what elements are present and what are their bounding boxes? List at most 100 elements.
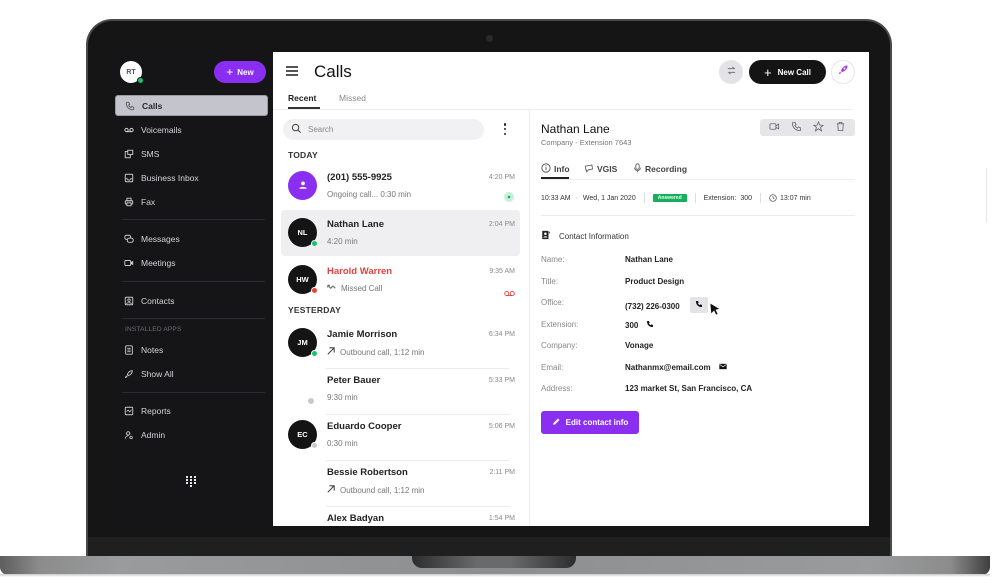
sidebar-item-fax[interactable]: Fax	[115, 191, 268, 212]
nav-divider	[122, 281, 265, 282]
call-time: 5:33 PM	[488, 377, 515, 384]
field-label: Office:	[541, 298, 564, 307]
sidebar-item-business-inbox[interactable]: Business Inbox	[115, 167, 268, 188]
mail-icon[interactable]	[718, 363, 727, 372]
new-call-button[interactable]: + New Call	[749, 60, 826, 84]
phone-icon	[125, 101, 135, 111]
field-value: Nathan Lane	[625, 255, 673, 264]
phone-icon[interactable]	[791, 119, 802, 137]
sidebar-item-reports[interactable]: Reports	[115, 400, 268, 421]
call-row-selected[interactable]: NL Nathan Lane 4:20 min 2:04 PM	[281, 210, 520, 256]
phone-icon[interactable]	[646, 320, 654, 330]
sidebar-item-meetings[interactable]: Meetings	[115, 252, 268, 273]
page-title: Calls	[314, 62, 352, 81]
field-value-text: Vonage	[625, 341, 654, 350]
caller-name: Alex Badyan	[327, 513, 385, 524]
divider-line	[986, 168, 987, 222]
sidebar-item-messages[interactable]: Messages	[115, 228, 268, 249]
sidebar-item-show-all[interactable]: Show All	[115, 363, 268, 384]
field-email: Email: Nathanmx@email.com	[541, 363, 855, 375]
sidebar-item-voicemails[interactable]: Voicemails	[115, 119, 268, 140]
dialpad-icon[interactable]	[186, 476, 196, 490]
call-subtitle-text: Outbound call, 1:12 min	[340, 347, 425, 357]
contact-actions-toolbar	[760, 119, 855, 136]
sidebar-item-notes[interactable]: Notes	[115, 339, 268, 360]
avatar-initials: HW	[296, 275, 309, 284]
call-date: Wed, 1 Jan 2020	[582, 194, 636, 202]
search-icon	[291, 121, 302, 139]
call-row[interactable]: Peter Bauer 9:30 min 5:33 PM	[281, 366, 520, 412]
new-button[interactable]: + New	[214, 61, 266, 83]
transfer-icon	[726, 63, 737, 81]
call-duration: 13:07 min	[780, 194, 811, 202]
clock-icon	[769, 194, 777, 202]
main-panel: Calls + New Call Recent Missed Search TO…	[273, 52, 869, 526]
field-value: 300	[625, 320, 654, 330]
trash-icon[interactable]	[835, 119, 846, 137]
star-icon[interactable]	[812, 119, 825, 137]
laptop-mockup: RT + New Calls Voicemails SMS Business I…	[0, 0, 1000, 583]
call-row[interactable]: (201) 555-9925 Ongoing call... 0:30 min …	[281, 163, 520, 209]
menu-icon[interactable]	[286, 66, 298, 76]
printer-icon	[124, 197, 134, 207]
sidebar-item-label: Fax	[141, 196, 156, 207]
call-row[interactable]: JM Jamie Morrison Outbound call, 1:12 mi…	[281, 320, 520, 366]
call-row[interactable]: EC Eduardo Cooper 0:30 min 5:06 PM	[281, 412, 520, 458]
rocket-icon	[837, 63, 849, 81]
search-field[interactable]	[283, 119, 484, 140]
caller-name: Harold Warren	[327, 266, 393, 277]
edit-contact-button[interactable]: Edit contact info	[541, 411, 639, 434]
sidebar-item-label: Admin	[141, 429, 166, 440]
nav-divider	[122, 318, 265, 319]
sidebar-item-label: Business Inbox	[141, 172, 199, 183]
field-office: Office: (732) 226-0300	[541, 297, 855, 313]
transfer-button[interactable]	[719, 60, 743, 84]
call-time: 5:06 PM	[488, 423, 515, 430]
contact-book-icon	[541, 230, 551, 242]
laptop-chin	[88, 537, 890, 557]
active-tab-indicator	[288, 107, 320, 109]
rocket-button[interactable]	[831, 60, 855, 84]
new-button-label: New	[237, 67, 254, 77]
sidebar-item-calls[interactable]: Calls	[115, 95, 268, 116]
field-value-text: 123 market St, San Francisco, CA	[625, 384, 753, 393]
tab-recording[interactable]: Recording	[633, 163, 687, 175]
meta-bullet: ·	[575, 194, 578, 202]
sidebar-item-admin[interactable]: Admin	[115, 424, 268, 445]
outbound-arrow-icon	[327, 485, 335, 495]
tab-info[interactable]: Info	[541, 163, 570, 175]
contact-info-title: Contact Information	[559, 231, 629, 241]
phone-icon	[695, 300, 703, 310]
tab-label: Recording	[645, 164, 688, 174]
edit-contact-label: Edit contact info	[565, 418, 629, 427]
video-call-icon[interactable]	[769, 119, 780, 137]
field-value: Vonage	[625, 341, 653, 350]
call-subtitle-text: Ongoing call... 0:30 min	[327, 190, 412, 199]
tab-recent[interactable]: Recent	[288, 93, 316, 103]
call-row[interactable]: HW Harold Warren Missed Call 9:35 AM	[281, 257, 520, 303]
call-row[interactable]: Alex Badyan 1:54 PM	[281, 504, 520, 526]
more-options-icon[interactable]	[501, 123, 509, 135]
chat-bubbles-icon	[124, 234, 134, 244]
outbound-arrow-icon	[327, 347, 335, 357]
installed-apps-heading: INSTALLED APPS	[125, 326, 182, 333]
sidebar-item-label: SMS	[141, 148, 160, 159]
call-office-button[interactable]	[689, 297, 708, 313]
call-subtitle-text: Missed Call	[341, 284, 383, 293]
tab-vgis[interactable]: VGIS	[584, 163, 617, 175]
section-divider	[541, 215, 855, 216]
contact-detail-panel: Nathan Lane Company - Extension 7643 Inf…	[530, 110, 869, 526]
sidebar-item-label: Show All	[141, 368, 174, 379]
sidebar-item-contacts[interactable]: Contacts	[115, 290, 268, 311]
extension-value: 300	[740, 194, 753, 202]
sidebar-item-sms[interactable]: SMS	[115, 143, 268, 164]
tab-missed[interactable]: Missed	[339, 93, 366, 103]
user-avatar[interactable]: RT	[120, 61, 144, 84]
call-row[interactable]: Bessie Robertson Outbound call, 1:12 min…	[281, 458, 520, 504]
search-input[interactable]	[308, 125, 468, 134]
info-icon	[541, 163, 551, 175]
call-subtitle: Missed Call	[327, 284, 382, 293]
call-time: 9:35 AM	[489, 268, 515, 275]
call-subtitle: 9:30 min	[327, 393, 358, 402]
field-label: Email:	[541, 363, 564, 372]
